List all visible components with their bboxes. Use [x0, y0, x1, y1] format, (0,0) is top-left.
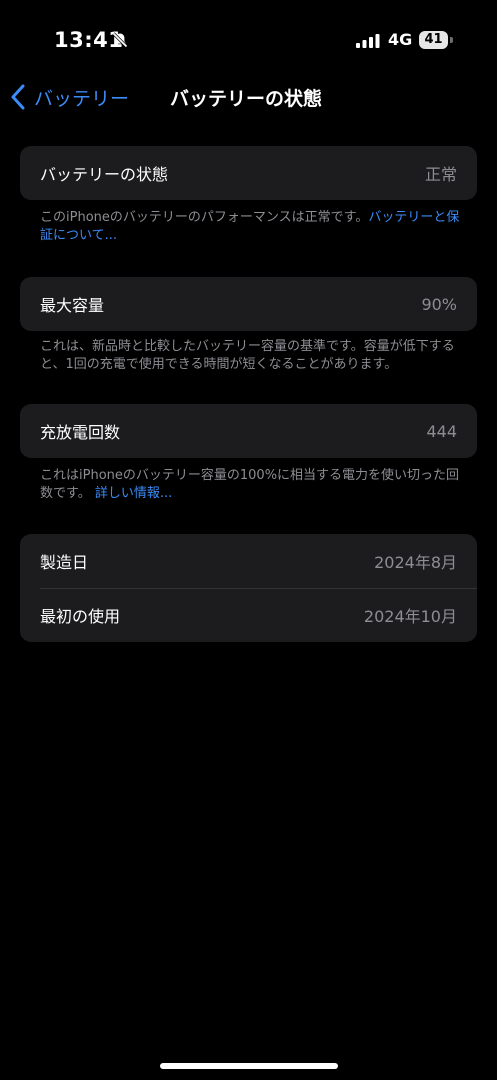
manufacture-date-row: 製造日 2024年8月	[20, 534, 477, 588]
battery-health-row: バッテリーの状態 正常	[20, 146, 477, 200]
cellular-signal-icon	[356, 33, 380, 48]
bell-slash-icon	[111, 31, 129, 49]
max-capacity-group: 最大容量 90%	[20, 277, 477, 331]
manufacture-date-value: 2024年8月	[374, 553, 457, 572]
home-indicator[interactable]	[160, 1063, 338, 1069]
max-capacity-label: 最大容量	[40, 296, 105, 315]
battery-health-footer-text: このiPhoneのバッテリーのパフォーマンスは正常です。	[40, 210, 369, 225]
max-capacity-row: 最大容量 90%	[20, 277, 477, 331]
battery-level: 41	[419, 31, 448, 49]
cycle-count-value: 444	[426, 421, 457, 441]
max-capacity-footer: これは、新品時と比較したバッテリー容量の基準です。容量が低下すると、1回の充電で…	[40, 338, 460, 374]
status-bar: 13:41 4G 41	[0, 0, 497, 80]
cycle-count-row: 充放電回数 444	[20, 404, 477, 458]
back-button[interactable]: バッテリー	[10, 82, 129, 112]
cycle-count-footer: これはiPhoneのバッテリー容量の100%に相当する電力を使い切った回数です。…	[40, 467, 460, 503]
battery-health-footer: このiPhoneのバッテリーのパフォーマンスは正常です。バッテリーと保証について…	[40, 209, 460, 245]
battery-health-label: バッテリーの状態	[40, 165, 169, 184]
cycle-count-group: 充放電回数 444	[20, 404, 477, 458]
back-button-label: バッテリー	[34, 87, 130, 110]
first-use-row: 最初の使用 2024年10月	[20, 588, 477, 642]
max-capacity-footer-text: これは、新品時と比較したバッテリー容量の基準です。容量が低下すると、1回の充電で…	[40, 339, 455, 372]
battery-dates-group: 製造日 2024年8月 最初の使用 2024年10月	[20, 534, 477, 642]
cycle-count-label: 充放電回数	[40, 423, 121, 442]
battery-tip	[450, 37, 453, 43]
chevron-left-icon	[10, 84, 26, 110]
manufacture-date-label: 製造日	[40, 553, 89, 572]
battery-icon: 41	[419, 31, 455, 49]
battery-health-group: バッテリーの状態 正常	[20, 146, 477, 200]
page-title: バッテリーの状態	[170, 88, 323, 110]
learn-more-link[interactable]: 詳しい情報...	[95, 486, 172, 501]
first-use-label: 最初の使用	[40, 607, 121, 626]
first-use-value: 2024年10月	[363, 607, 457, 626]
battery-health-value: 正常	[424, 165, 457, 184]
network-type: 4G	[388, 30, 413, 49]
max-capacity-value: 90%	[421, 294, 457, 314]
